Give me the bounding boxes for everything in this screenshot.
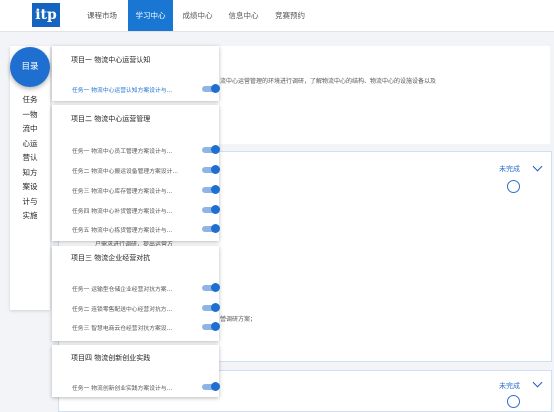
- toggle-knob: [211, 224, 220, 233]
- toggle-knob: [211, 185, 220, 194]
- toggle-switch[interactable]: [202, 382, 220, 391]
- itp-logo[interactable]: itp: [32, 3, 60, 27]
- nav-course-market[interactable]: 课程市场: [80, 0, 124, 31]
- toggle-knob: [211, 382, 220, 391]
- toggle-knob: [211, 322, 220, 331]
- project-title: 项目一 物流中心运营认知: [71, 56, 151, 64]
- task-item[interactable]: 任务四 物流中心补货管理方案设计与...: [72, 206, 200, 215]
- task-item[interactable]: 任务五 物流中心拣货管理方案设计与...: [72, 225, 200, 234]
- task-item[interactable]: 任务一 物流创新创业实践方案设计与...: [72, 383, 200, 392]
- task-item[interactable]: 任务三 智慧电商云仓经营对抗方案设...: [72, 323, 200, 332]
- toggle-switch[interactable]: [202, 165, 220, 174]
- toggle-switch[interactable]: [202, 145, 220, 154]
- completion-circle-icon[interactable]: [507, 180, 520, 193]
- project-panel-4: 项目四 物流创新创业实践 任务一 物流创新创业实践方案设计与...: [52, 345, 220, 397]
- task-item[interactable]: 任务三 物流中心库存管理方案设计与...: [72, 186, 200, 195]
- top-nav-bar: itp 课程市场 学习中心 成绩中心 信息中心 竞赛预约: [0, 0, 554, 32]
- current-task-title: 任务一物流中心运营认知方案设计与实施: [22, 95, 38, 220]
- toggle-knob: [211, 303, 220, 312]
- toggle-switch[interactable]: [202, 84, 220, 93]
- project-title: 项目四 物流创新创业实践: [71, 354, 151, 362]
- toggle-knob: [211, 145, 220, 154]
- status-label-2: 未完成: [499, 382, 520, 390]
- toggle-switch[interactable]: [202, 303, 220, 312]
- toggle-knob: [211, 283, 220, 292]
- task-item[interactable]: 任务一 运输型仓储企业经营对抗方案...: [72, 284, 200, 293]
- toggle-knob: [211, 165, 220, 174]
- catalog-menu-button[interactable]: 目录: [10, 47, 50, 87]
- toggle-switch[interactable]: [202, 205, 220, 214]
- toggle-switch[interactable]: [202, 283, 220, 292]
- project-panel-1: 项目一 物流中心运营认知 任务一 物流中心运营认知方案设计与...: [52, 46, 220, 101]
- project-panel-2: 项目二 物流中心运营管理 任务一 物流中心员工管理方案设计与... 任务二 物流…: [52, 105, 220, 241]
- project-title: 项目三 物流企业经营对抗: [71, 254, 151, 262]
- task-item[interactable]: 任务一 物流中心运营认知方案设计与...: [72, 85, 200, 94]
- project-panel-3: 项目三 物流企业经营对抗 任务一 运输型仓储企业经营对抗方案... 任务二 连锁…: [52, 246, 220, 341]
- toggle-switch[interactable]: [202, 322, 220, 331]
- toggle-switch[interactable]: [202, 224, 220, 233]
- completion-circle-icon-2[interactable]: [507, 395, 520, 408]
- nav-info-center[interactable]: 信息中心: [222, 0, 265, 31]
- task-item[interactable]: 任务一 物流中心员工管理方案设计与...: [72, 146, 200, 155]
- nav-grade-center[interactable]: 成绩中心: [177, 0, 218, 31]
- toggle-switch[interactable]: [202, 185, 220, 194]
- intro-text: 流中心运营管理的环境进行调研，了解物流中心的结构、物流中心的设施设备以及: [220, 78, 437, 85]
- task-item[interactable]: 任务二 连锁零售配送中心经营对抗方...: [72, 304, 200, 313]
- status-label: 未完成: [499, 165, 520, 173]
- toggle-knob: [211, 84, 220, 93]
- task-item[interactable]: 任务二 物流中心搬运设备管理方案设计...: [72, 166, 200, 175]
- toggle-knob: [211, 205, 220, 214]
- plan-text: 營调研方案；: [220, 316, 257, 323]
- nav-competition-booking[interactable]: 竞赛预约: [270, 0, 310, 31]
- nav-learning-center[interactable]: 学习中心: [128, 0, 173, 31]
- project-title: 项目二 物流中心运营管理: [71, 115, 151, 123]
